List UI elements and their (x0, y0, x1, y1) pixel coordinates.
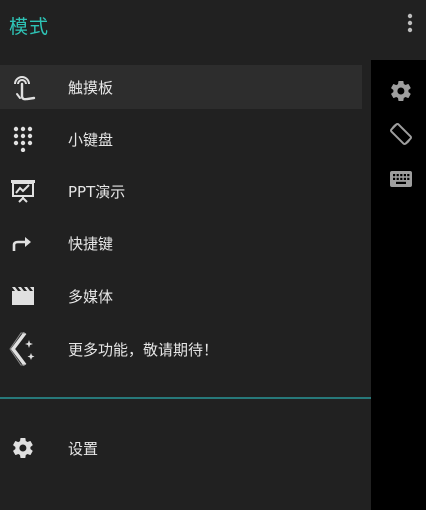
menu-item-touchpad[interactable]: 触摸板 (0, 65, 362, 109)
menu-item-presentation[interactable]: PPT演示 (0, 169, 362, 213)
menu-item-settings[interactable]: 设置 (0, 426, 362, 470)
keyboard-icon[interactable] (386, 164, 416, 194)
menu-item-numpad[interactable]: 小键盘 (0, 117, 362, 161)
numpad-icon (0, 117, 46, 161)
navigation-drawer: 模式 触摸板 小键盘 PPT演示 快捷键 多媒体 更多功能，敬请期待！ 设置 (0, 0, 371, 510)
menu-item-label: 小键盘 (68, 130, 114, 149)
menu-item-multimedia[interactable]: 多媒体 (0, 274, 362, 318)
menu-item-more-features[interactable]: 更多功能，敬请期待！ (0, 327, 362, 371)
drawer-title: 模式 (9, 16, 50, 38)
menu-item-shortcuts[interactable]: 快捷键 (0, 221, 362, 265)
more-features-icon (0, 327, 46, 371)
menu-item-label: 快捷键 (68, 234, 114, 253)
app-screen: 模式 触摸板 小键盘 PPT演示 快捷键 多媒体 更多功能，敬请期待！ 设置 (0, 0, 426, 510)
touchpad-icon (0, 65, 46, 109)
menu-item-label: 更多功能，敬请期待！ (68, 340, 219, 359)
gear-icon (0, 426, 46, 470)
more-vert-icon[interactable] (398, 8, 422, 38)
media-clapper-icon (0, 274, 46, 318)
shortcut-arrow-icon (0, 221, 46, 265)
drawer-divider (0, 397, 371, 399)
menu-item-label: 多媒体 (68, 287, 114, 306)
menu-item-label: 设置 (68, 439, 99, 458)
gear-icon[interactable] (386, 76, 416, 106)
menu-item-label: PPT演示 (68, 182, 126, 201)
screen-rotation-icon[interactable] (386, 119, 416, 149)
presentation-icon (0, 169, 46, 213)
menu-item-label: 触摸板 (68, 78, 114, 97)
